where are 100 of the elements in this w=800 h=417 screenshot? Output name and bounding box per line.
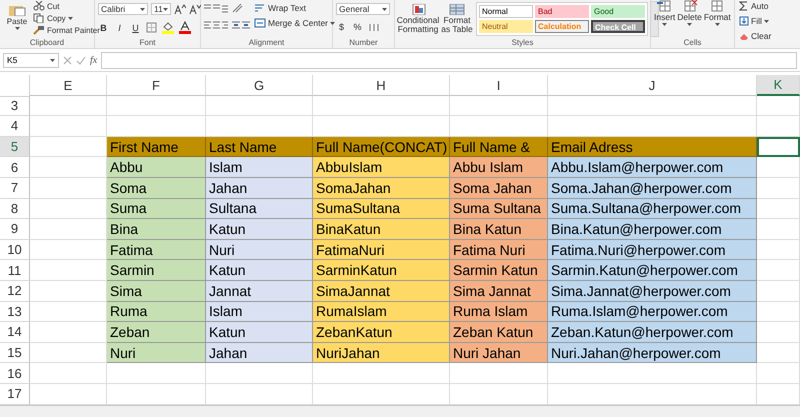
row-header[interactable]: 5 bbox=[0, 136, 30, 158]
column-header[interactable]: F bbox=[107, 75, 206, 96]
grid-cell[interactable] bbox=[757, 157, 800, 178]
font-name-dropdown[interactable]: Calibri bbox=[98, 3, 148, 15]
decimal-icon bbox=[368, 22, 380, 32]
merge-center-button[interactable]: Merge & Center bbox=[254, 17, 335, 29]
column-header[interactable]: E bbox=[30, 75, 107, 96]
row-header[interactable]: 7 bbox=[0, 178, 30, 199]
caret-icon bbox=[764, 20, 769, 22]
row-header[interactable]: 10 bbox=[0, 240, 30, 260]
table-cell: Islam bbox=[206, 157, 313, 178]
table-cell: BinaKatun bbox=[313, 219, 450, 240]
cell-style-option[interactable]: Neutral bbox=[479, 20, 533, 33]
column-header[interactable]: G bbox=[206, 75, 313, 96]
italic-button[interactable]: I bbox=[114, 22, 125, 34]
fill-button[interactable]: Fill bbox=[739, 15, 769, 27]
grid-cell[interactable] bbox=[206, 96, 313, 116]
table-cell: Sarmin bbox=[107, 260, 206, 281]
grid-cell[interactable] bbox=[757, 260, 800, 281]
row-header[interactable]: 14 bbox=[0, 322, 30, 343]
grid-cell[interactable] bbox=[313, 363, 450, 384]
grid-cell[interactable] bbox=[450, 363, 548, 384]
borders-icon bbox=[146, 22, 157, 33]
grid-cell[interactable] bbox=[757, 342, 800, 364]
selected-cell[interactable] bbox=[757, 136, 800, 158]
enter-icon bbox=[76, 56, 86, 64]
table-cell: Bina Katun bbox=[450, 219, 548, 240]
row-header[interactable]: 3 bbox=[0, 96, 30, 116]
number-format-dropdown[interactable]: General bbox=[336, 3, 390, 15]
format-as-table-button[interactable]: Format as Table bbox=[440, 4, 474, 34]
grid-cell[interactable] bbox=[757, 302, 800, 322]
grid-cell[interactable] bbox=[757, 96, 800, 116]
row-header[interactable]: 13 bbox=[0, 302, 30, 322]
grid-cell[interactable] bbox=[757, 363, 800, 384]
grid-cell[interactable] bbox=[757, 219, 800, 240]
select-all-corner[interactable] bbox=[0, 75, 30, 97]
cell-style-option[interactable]: Bad bbox=[535, 5, 589, 18]
table-cell: Soma.Jahan@herpower.com bbox=[548, 178, 757, 199]
table-cell: Sima bbox=[107, 280, 206, 302]
grid-cell[interactable] bbox=[107, 96, 206, 116]
cell-style-option[interactable]: Good bbox=[591, 5, 645, 18]
grid-cell[interactable] bbox=[450, 96, 548, 116]
grid-cell[interactable] bbox=[30, 116, 107, 137]
grid-cell[interactable] bbox=[548, 363, 757, 384]
row-header[interactable]: 6 bbox=[0, 157, 30, 178]
delete-button[interactable]: Delete bbox=[677, 0, 702, 26]
percent-button[interactable]: % bbox=[352, 21, 363, 33]
grid-cell[interactable] bbox=[757, 116, 800, 137]
currency-button[interactable]: $ bbox=[336, 21, 347, 33]
table-cell: FatimaNuri bbox=[313, 240, 450, 260]
grid-cell[interactable] bbox=[107, 363, 206, 384]
orientation-icon bbox=[232, 2, 244, 12]
grid-cell[interactable] bbox=[313, 96, 450, 116]
copy-button[interactable]: Copy bbox=[33, 12, 73, 24]
row-header[interactable]: 9 bbox=[0, 219, 30, 240]
grid-cell[interactable] bbox=[757, 240, 800, 260]
row-header[interactable]: 11 bbox=[0, 260, 30, 281]
grid-cell[interactable] bbox=[30, 96, 107, 116]
table-cell: SimaJannat bbox=[313, 280, 450, 302]
table-cell: Zeban bbox=[107, 322, 206, 343]
font-size-dropdown[interactable]: 11 bbox=[151, 3, 171, 15]
cut-button[interactable]: Cut bbox=[33, 0, 60, 12]
table-cell: SomaJahan bbox=[313, 178, 450, 199]
insert-function-button[interactable]: fx bbox=[90, 54, 98, 66]
clear-button[interactable]: Clear bbox=[739, 30, 772, 42]
grid-cell[interactable] bbox=[757, 280, 800, 302]
row-header[interactable]: 16 bbox=[0, 363, 30, 384]
column-header[interactable]: H bbox=[313, 75, 450, 96]
table-cell: Sarmin Katun bbox=[450, 260, 548, 281]
format-painter-button[interactable]: Format Painter bbox=[33, 24, 100, 36]
conditional-formatting-button[interactable]: Conditional Formatting bbox=[398, 4, 438, 34]
name-box[interactable]: K5 bbox=[3, 52, 59, 68]
formula-input[interactable] bbox=[101, 52, 797, 68]
row-header[interactable]: 8 bbox=[0, 198, 30, 220]
table-cell: Islam bbox=[206, 302, 313, 322]
column-header[interactable]: J bbox=[548, 75, 757, 96]
paste-button[interactable]: Paste bbox=[3, 6, 31, 30]
autosum-button[interactable]: Auto bbox=[739, 0, 768, 12]
grid-cell[interactable] bbox=[30, 363, 107, 384]
table-cell: Fatima bbox=[107, 240, 206, 260]
grid-cell[interactable] bbox=[757, 322, 800, 343]
cell-style-option[interactable]: Normal bbox=[479, 5, 533, 18]
grid-cell[interactable] bbox=[757, 178, 800, 199]
insert-button[interactable]: Insert bbox=[654, 0, 676, 26]
underline-button[interactable]: U bbox=[130, 22, 141, 34]
format-button[interactable]: Format bbox=[704, 0, 731, 26]
table-cell: RumaIslam bbox=[313, 302, 450, 322]
wrap-text-button[interactable]: Wrap Text bbox=[254, 2, 306, 14]
column-header[interactable]: I bbox=[450, 75, 548, 96]
table-cell: Suma.Sultana@herpower.com bbox=[548, 198, 757, 220]
table-cell: Jannat bbox=[206, 280, 313, 302]
grid-cell[interactable] bbox=[757, 198, 800, 220]
grid-cell[interactable] bbox=[206, 363, 313, 384]
bold-button[interactable]: B bbox=[98, 22, 109, 34]
row-header[interactable]: 12 bbox=[0, 280, 30, 302]
grid-cell[interactable] bbox=[548, 96, 757, 116]
vertical-align-icon bbox=[204, 2, 228, 12]
column-header[interactable]: K bbox=[757, 75, 800, 96]
table-cell: SarminKatun bbox=[313, 260, 450, 281]
row-header[interactable]: 15 bbox=[0, 342, 30, 364]
